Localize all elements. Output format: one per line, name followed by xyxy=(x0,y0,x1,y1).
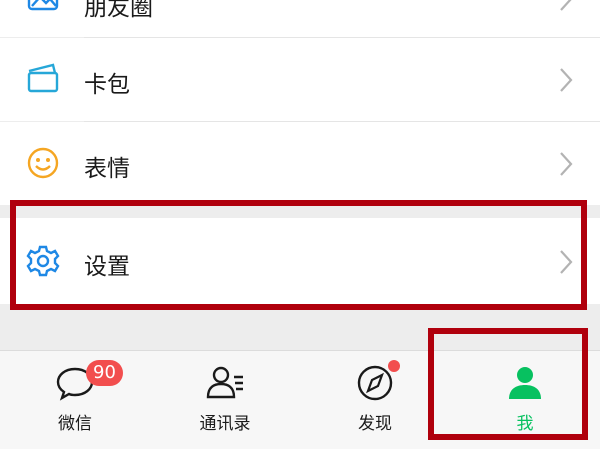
tab-label: 通讯录 xyxy=(199,414,251,434)
tab-chats[interactable]: 微信 xyxy=(0,351,150,449)
tab-contacts[interactable]: 通讯录 xyxy=(150,351,300,449)
chevron-right-icon xyxy=(560,0,572,11)
highlight-box-settings xyxy=(10,200,587,310)
tab-label: 微信 xyxy=(58,414,92,434)
menu-item-moments[interactable]: 朋友圈 xyxy=(0,0,600,37)
menu-item-label: 表情 xyxy=(84,156,130,182)
menu-item-label: 卡包 xyxy=(84,72,130,98)
menu-item-label: 朋友圈 xyxy=(84,0,153,21)
chevron-right-icon xyxy=(560,68,573,92)
unread-badge: 90 xyxy=(86,360,123,386)
menu-item-stickers[interactable]: 表情 xyxy=(0,122,600,205)
menu-item-card-pack[interactable]: 卡包 xyxy=(0,38,600,121)
photo-album-icon xyxy=(24,0,62,16)
notification-dot xyxy=(388,360,400,372)
contacts-icon xyxy=(206,366,243,399)
smiley-icon xyxy=(24,144,62,182)
highlight-box-me-tab xyxy=(428,328,588,440)
card-pack-icon xyxy=(24,60,62,98)
chevron-right-icon xyxy=(560,152,573,176)
